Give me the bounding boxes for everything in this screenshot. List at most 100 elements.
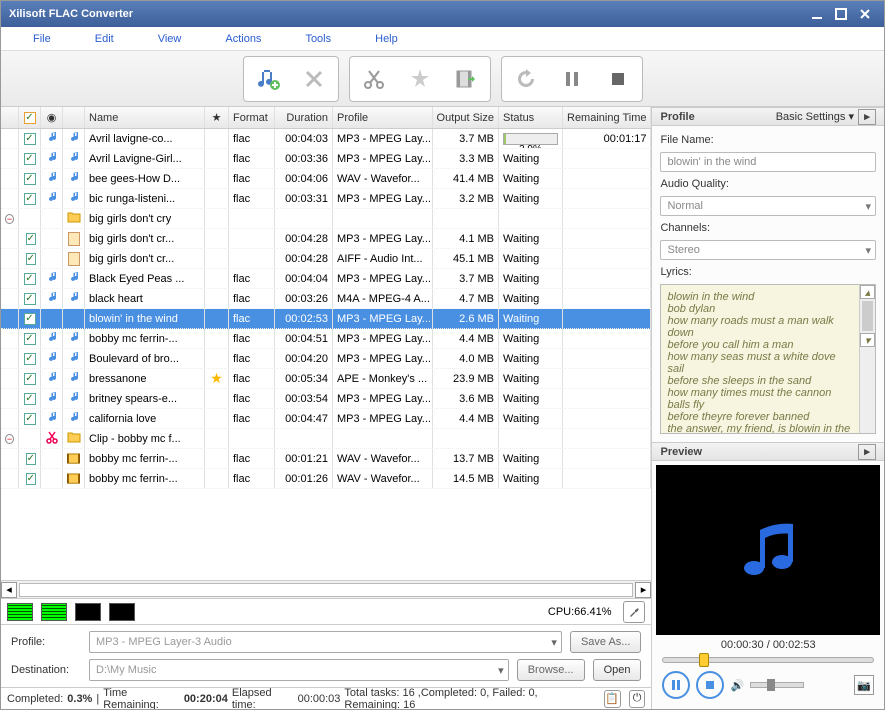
row-duration: 00:03:26 [275,289,333,308]
destination-combo[interactable]: D:\My Music▾ [89,659,509,681]
menu-actions[interactable]: Actions [203,33,283,45]
collapse-icon[interactable]: − [5,214,14,224]
row-checkbox[interactable] [24,133,36,145]
convert-button[interactable] [506,61,546,97]
filename-input[interactable]: blowin' in the wind [660,152,876,172]
menu-help[interactable]: Help [353,33,420,45]
lyrics-scrollbar[interactable]: ▴▾ [859,285,875,433]
row-checkbox[interactable] [24,393,36,405]
table-row[interactable]: britney spears-e...flac00:03:54MP3 - MPE… [1,389,651,409]
basic-settings-link[interactable]: Basic Settings ▾ [776,110,854,123]
horizontal-scrollbar[interactable]: ◂ ▸ [1,580,651,598]
profile-expand-button[interactable]: ▸ [858,109,876,125]
maximize-button[interactable] [830,5,852,23]
row-checkbox[interactable] [26,253,36,265]
volume-slider[interactable] [750,682,804,688]
row-checkbox[interactable] [24,153,36,165]
header-format[interactable]: Format [229,107,275,128]
menu-file[interactable]: File [11,33,73,45]
row-duration: 00:04:51 [275,329,333,348]
table-row[interactable]: bobby mc ferrin-...flac00:01:21WAV - Wav… [1,449,651,469]
delete-button[interactable] [294,61,334,97]
row-name: bic runga-listeni... [85,189,205,208]
table-row[interactable]: black heartflac00:03:26M4A - MPEG-4 A...… [1,289,651,309]
table-row[interactable]: bobby mc ferrin-...flac00:01:26WAV - Wav… [1,469,651,489]
log-button[interactable]: 📋 [604,690,621,708]
channels-select[interactable]: Stereo▾ [660,240,876,260]
row-checkbox[interactable] [24,373,36,385]
table-row[interactable]: −big girls don't cry [1,209,651,229]
scroll-right-icon[interactable]: ▸ [635,582,651,598]
cpu-settings-button[interactable] [623,601,645,623]
table-row[interactable]: −Clip - bobby mc f... [1,429,651,449]
row-checkbox[interactable] [24,353,36,365]
row-checkbox[interactable] [24,413,36,425]
clip-button[interactable] [354,61,394,97]
play-pause-button[interactable] [662,671,690,699]
save-as-button[interactable]: Save As... [570,631,642,653]
row-checkbox[interactable] [24,193,36,205]
table-row[interactable]: Boulevard of bro...flac00:04:20MP3 - MPE… [1,349,651,369]
chevron-down-icon: ▾ [865,244,871,257]
scroll-left-icon[interactable]: ◂ [1,582,17,598]
post-task-button[interactable]: ⏻ [629,690,646,708]
profile-combo[interactable]: MP3 - MPEG Layer-3 Audio▾ [89,631,562,653]
header-name[interactable]: Name [85,107,205,128]
channels-label: Channels: [660,222,876,234]
table-row[interactable]: bressanone★flac00:05:34APE - Monkey's ..… [1,369,651,389]
merge-button[interactable] [446,61,486,97]
snapshot-button[interactable]: 📷 [854,675,874,695]
menu-view[interactable]: View [136,33,204,45]
table-row[interactable]: bic runga-listeni...flac00:03:31MP3 - MP… [1,189,651,209]
row-checkbox[interactable] [26,453,36,465]
stop-button[interactable] [598,61,638,97]
row-checkbox[interactable] [24,333,36,345]
table-row[interactable]: big girls don't cr...00:04:28MP3 - MPEG … [1,229,651,249]
preview-expand-button[interactable]: ▸ [858,444,876,460]
seek-slider[interactable] [662,657,874,663]
row-status: Waiting [499,269,563,288]
effects-button[interactable] [400,61,440,97]
open-button[interactable]: Open [593,659,642,681]
row-checkbox[interactable] [24,293,36,305]
table-row[interactable]: bee gees-How D...flac00:04:06WAV - Wavef… [1,169,651,189]
stop-preview-button[interactable] [696,671,724,699]
table-row[interactable]: Black Eyed Peas ...flac00:04:04MP3 - MPE… [1,269,651,289]
collapse-icon[interactable]: − [5,434,14,444]
row-checkbox[interactable] [26,233,36,245]
music-note-icon [45,410,59,427]
header-profile[interactable]: Profile [333,107,433,128]
row-remaining [563,209,651,228]
table-row[interactable]: bobby mc ferrin-...flac00:04:51MP3 - MPE… [1,329,651,349]
header-duration[interactable]: Duration [275,107,333,128]
music-note-icon [45,170,59,187]
table-row[interactable]: california loveflac00:04:47MP3 - MPEG La… [1,409,651,429]
table-row[interactable]: big girls don't cr...00:04:28AIFF - Audi… [1,249,651,269]
row-checkbox[interactable] [24,313,36,325]
row-status: Waiting [499,249,563,268]
table-row[interactable]: Avril lavigne-co...flac00:04:03MP3 - MPE… [1,129,651,149]
menu-edit[interactable]: Edit [73,33,136,45]
minimize-button[interactable] [806,5,828,23]
row-checkbox[interactable] [24,173,36,185]
header-status[interactable]: Status [499,107,563,128]
header-star-icon[interactable]: ★ [205,107,229,128]
row-checkbox[interactable] [24,273,36,285]
add-file-button[interactable] [248,61,288,97]
row-checkbox[interactable] [26,473,36,485]
row-status: Waiting [499,329,563,348]
header-output-size[interactable]: Output Size [433,107,499,128]
pause-button[interactable] [552,61,592,97]
close-button[interactable] [854,5,876,23]
file-list[interactable]: Avril lavigne-co...flac00:04:03MP3 - MPE… [1,129,651,580]
browse-button[interactable]: Browse... [517,659,585,681]
header-remaining[interactable]: Remaining Time [563,107,651,128]
table-row[interactable]: Avril Lavigne-Girl...flac00:03:36MP3 - M… [1,149,651,169]
quality-select[interactable]: Normal▾ [660,196,876,216]
menu-tools[interactable]: Tools [283,33,353,45]
clip-icon [67,473,80,485]
table-row[interactable]: blowin' in the windflac00:02:53MP3 - MPE… [1,309,651,329]
header-check[interactable] [19,107,41,128]
header-record-icon[interactable]: ◉ [41,107,63,128]
lyrics-textarea[interactable]: blowin in the wind bob dylan how many ro… [660,284,876,434]
